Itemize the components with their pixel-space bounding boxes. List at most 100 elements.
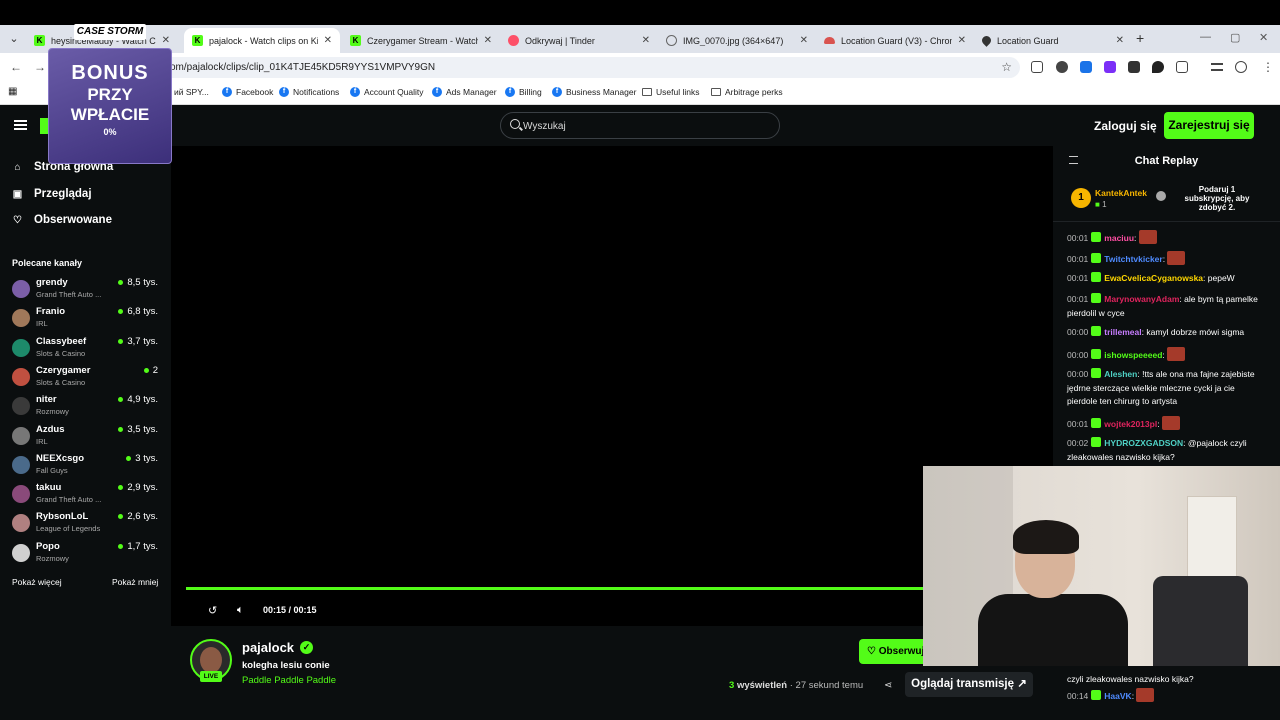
message-username[interactable]: MarynowanyAdam <box>1104 294 1179 304</box>
bookmark-account-quality[interactable]: f Account Quality <box>350 87 424 97</box>
minimize-icon[interactable]: — <box>1200 31 1211 43</box>
replay-icon[interactable]: ↺ <box>208 604 217 617</box>
login-button[interactable]: Zaloguj się <box>1094 119 1157 133</box>
gift-user[interactable]: KantekAntek <box>1095 188 1147 198</box>
tab-location-guard-v3[interactable]: Location Guard (V3) - Chrome ✕ <box>816 28 974 53</box>
gift-sub-text[interactable]: Podaruj 1 subskrypcję, aby zdobyć 2. <box>1175 185 1259 212</box>
profile-icon[interactable] <box>1235 61 1247 73</box>
channel-avatar <box>12 338 30 357</box>
tab-close-icon[interactable]: ✕ <box>958 35 966 46</box>
channel-item[interactable]: Popo Rozmowy 1,7 tys. <box>12 541 160 567</box>
share-icon[interactable]: ⋖ <box>884 680 892 691</box>
search-bar[interactable] <box>500 112 780 139</box>
viewer-count: 2,9 tys. <box>118 482 158 493</box>
tab-close-icon[interactable]: ✕ <box>162 35 170 46</box>
show-more-button[interactable]: Pokaż więcej <box>12 577 62 587</box>
watch-stream-button[interactable]: Oglądaj transmisję ↗ <box>905 672 1033 697</box>
message-username[interactable]: wojtek2013pl <box>1104 419 1157 429</box>
message-username[interactable]: EwaCvelicaCyganowska <box>1104 273 1203 283</box>
url-field[interactable]: om/pajalock/clips/clip_01K4TJE45KD5R9YYS… <box>160 57 1020 78</box>
bookmark-ads-manager[interactable]: f Ads Manager <box>432 87 497 97</box>
message-username[interactable]: HYDROZXGADSON <box>1104 438 1183 448</box>
register-button[interactable]: Zarejestruj się <box>1164 112 1254 139</box>
puzzle-icon[interactable] <box>1176 61 1188 73</box>
volume-icon[interactable]: 🔈︎ <box>237 604 244 617</box>
apps-grid-icon[interactable]: ▦ <box>8 86 17 97</box>
message-username[interactable]: trillemeal <box>1104 327 1141 337</box>
message-timestamp: 00:00 <box>1067 369 1089 379</box>
close-window-icon[interactable]: ✕ <box>1259 31 1268 44</box>
sidebar-item-browse[interactable]: ▣ Przeglądaj <box>12 188 92 200</box>
new-tab-icon[interactable]: + <box>1136 30 1144 46</box>
heart-icon: ♡ <box>867 646 879 657</box>
bookmark-billing[interactable]: f Billing <box>505 87 542 97</box>
tab-location-guard[interactable]: Location Guard ✕ <box>974 28 1132 53</box>
channel-item[interactable]: Classybeef Slots & Casino 3,7 tys. <box>12 336 160 362</box>
extension-blue-icon[interactable] <box>1080 61 1092 73</box>
channel-category: League of Legends <box>36 524 101 534</box>
maximize-icon[interactable]: ▢ <box>1230 31 1240 44</box>
forward-icon[interactable]: → <box>34 60 46 74</box>
bookmark-arbitrage-perks[interactable]: Arbitrage perks <box>711 87 783 97</box>
live-badge: LIVE <box>200 671 222 682</box>
progress-bar[interactable] <box>186 587 1036 590</box>
sidebar-item-following[interactable]: ♡ Obserwowane <box>12 214 112 226</box>
bookmark-business-manager[interactable]: f Business Manager <box>552 87 636 97</box>
channel-item[interactable]: Azdus IRL 3,5 tys. <box>12 424 160 450</box>
video-player[interactable]: ↺ 🔈︎ 00:15 / 00:15 <box>171 146 1053 626</box>
tab-czerygamer[interactable]: K Czerygamer Stream - Watch Li ✕ <box>342 28 500 53</box>
channel-avatar <box>12 485 30 504</box>
tab-close-icon[interactable]: ✕ <box>642 35 650 46</box>
location-guard-icon[interactable] <box>1152 61 1164 73</box>
tab-close-icon[interactable]: ✕ <box>800 35 808 46</box>
channel-avatar <box>12 455 30 474</box>
bookmark-useful-links[interactable]: Useful links <box>642 87 699 97</box>
channel-name[interactable]: pajalock <box>242 640 294 655</box>
channel-item[interactable]: niter Rozmowy 4,9 tys. <box>12 394 160 420</box>
emote-icon <box>1136 688 1155 702</box>
message-username[interactable]: HaaVK <box>1104 691 1131 701</box>
tab-image[interactable]: IMG_0070.jpg (364×647) ✕ <box>658 28 816 53</box>
tab-search-dropdown-icon[interactable]: ⌄ <box>6 31 22 47</box>
camera-icon[interactable] <box>1031 61 1043 73</box>
bookmark-spy[interactable]: ий SPY... <box>174 87 209 97</box>
channel-name: Franio <box>36 306 66 318</box>
channel-item[interactable]: takuu Grand Theft Auto ... 2,9 tys. <box>12 482 160 508</box>
message-username[interactable]: maciuu <box>1104 233 1134 243</box>
extension-purple-icon[interactable] <box>1104 61 1116 73</box>
show-less-button[interactable]: Pokaż mniej <box>112 577 158 587</box>
time-display: 00:15 / 00:15 <box>263 605 317 615</box>
tab-tinder[interactable]: Odkrywaj | Tinder ✕ <box>500 28 658 53</box>
bookmark-notifications[interactable]: f Notifications <box>279 87 339 97</box>
stream-category[interactable]: Paddle Paddle Paddle <box>242 675 336 686</box>
media-icon[interactable] <box>1211 63 1223 71</box>
tab-close-icon[interactable]: ✕ <box>324 35 332 46</box>
hamburger-menu-icon[interactable] <box>14 120 27 130</box>
cam-person-body <box>978 594 1128 666</box>
tab-close-icon[interactable]: ✕ <box>484 35 492 46</box>
tab-close-icon[interactable]: ✕ <box>1116 35 1124 46</box>
back-icon[interactable]: ← <box>10 60 22 74</box>
bonus-promo-banner: BONUS PRZY WPŁACIE 0% <box>48 48 172 164</box>
message-username[interactable]: Aleshen <box>1104 369 1137 379</box>
viewer-count: 3,5 tys. <box>118 424 158 435</box>
channel-item[interactable]: Franio IRL 6,8 tys. <box>12 306 160 332</box>
bookmark-facebook[interactable]: f Facebook <box>222 87 273 97</box>
channel-item[interactable]: NEEXcsgo Fall Guys 3 tys. <box>12 453 160 479</box>
extension-icon[interactable] <box>1056 61 1068 73</box>
message-username[interactable]: Twitchtvkicker <box>1104 254 1162 264</box>
follow-button[interactable]: ♡ Obserwuj <box>859 639 929 664</box>
stream-title: kolegha lesiu conie <box>242 660 330 671</box>
bookmark-star-icon[interactable]: ☆ <box>1001 57 1012 78</box>
message-username[interactable]: ishowspeeeed <box>1104 350 1162 360</box>
tab-pajalock[interactable]: K pajalock - Watch clips on Kick ✕ <box>184 28 340 53</box>
channel-category: Rozmowy <box>36 407 69 417</box>
info-icon[interactable] <box>1156 191 1166 201</box>
search-input[interactable] <box>523 118 763 134</box>
more-menu-icon[interactable]: ⋮ <box>1262 60 1274 74</box>
extension-dark-icon[interactable] <box>1128 61 1140 73</box>
site-header: Zaloguj się Zarejestruj się <box>0 106 1280 146</box>
channel-item[interactable]: RybsonLoL League of Legends 2,6 tys. <box>12 511 160 537</box>
channel-item[interactable]: grendy Grand Theft Auto ... 8,5 tys. <box>12 277 160 303</box>
channel-item[interactable]: Czerygamer Slots & Casino 2 <box>12 365 160 391</box>
